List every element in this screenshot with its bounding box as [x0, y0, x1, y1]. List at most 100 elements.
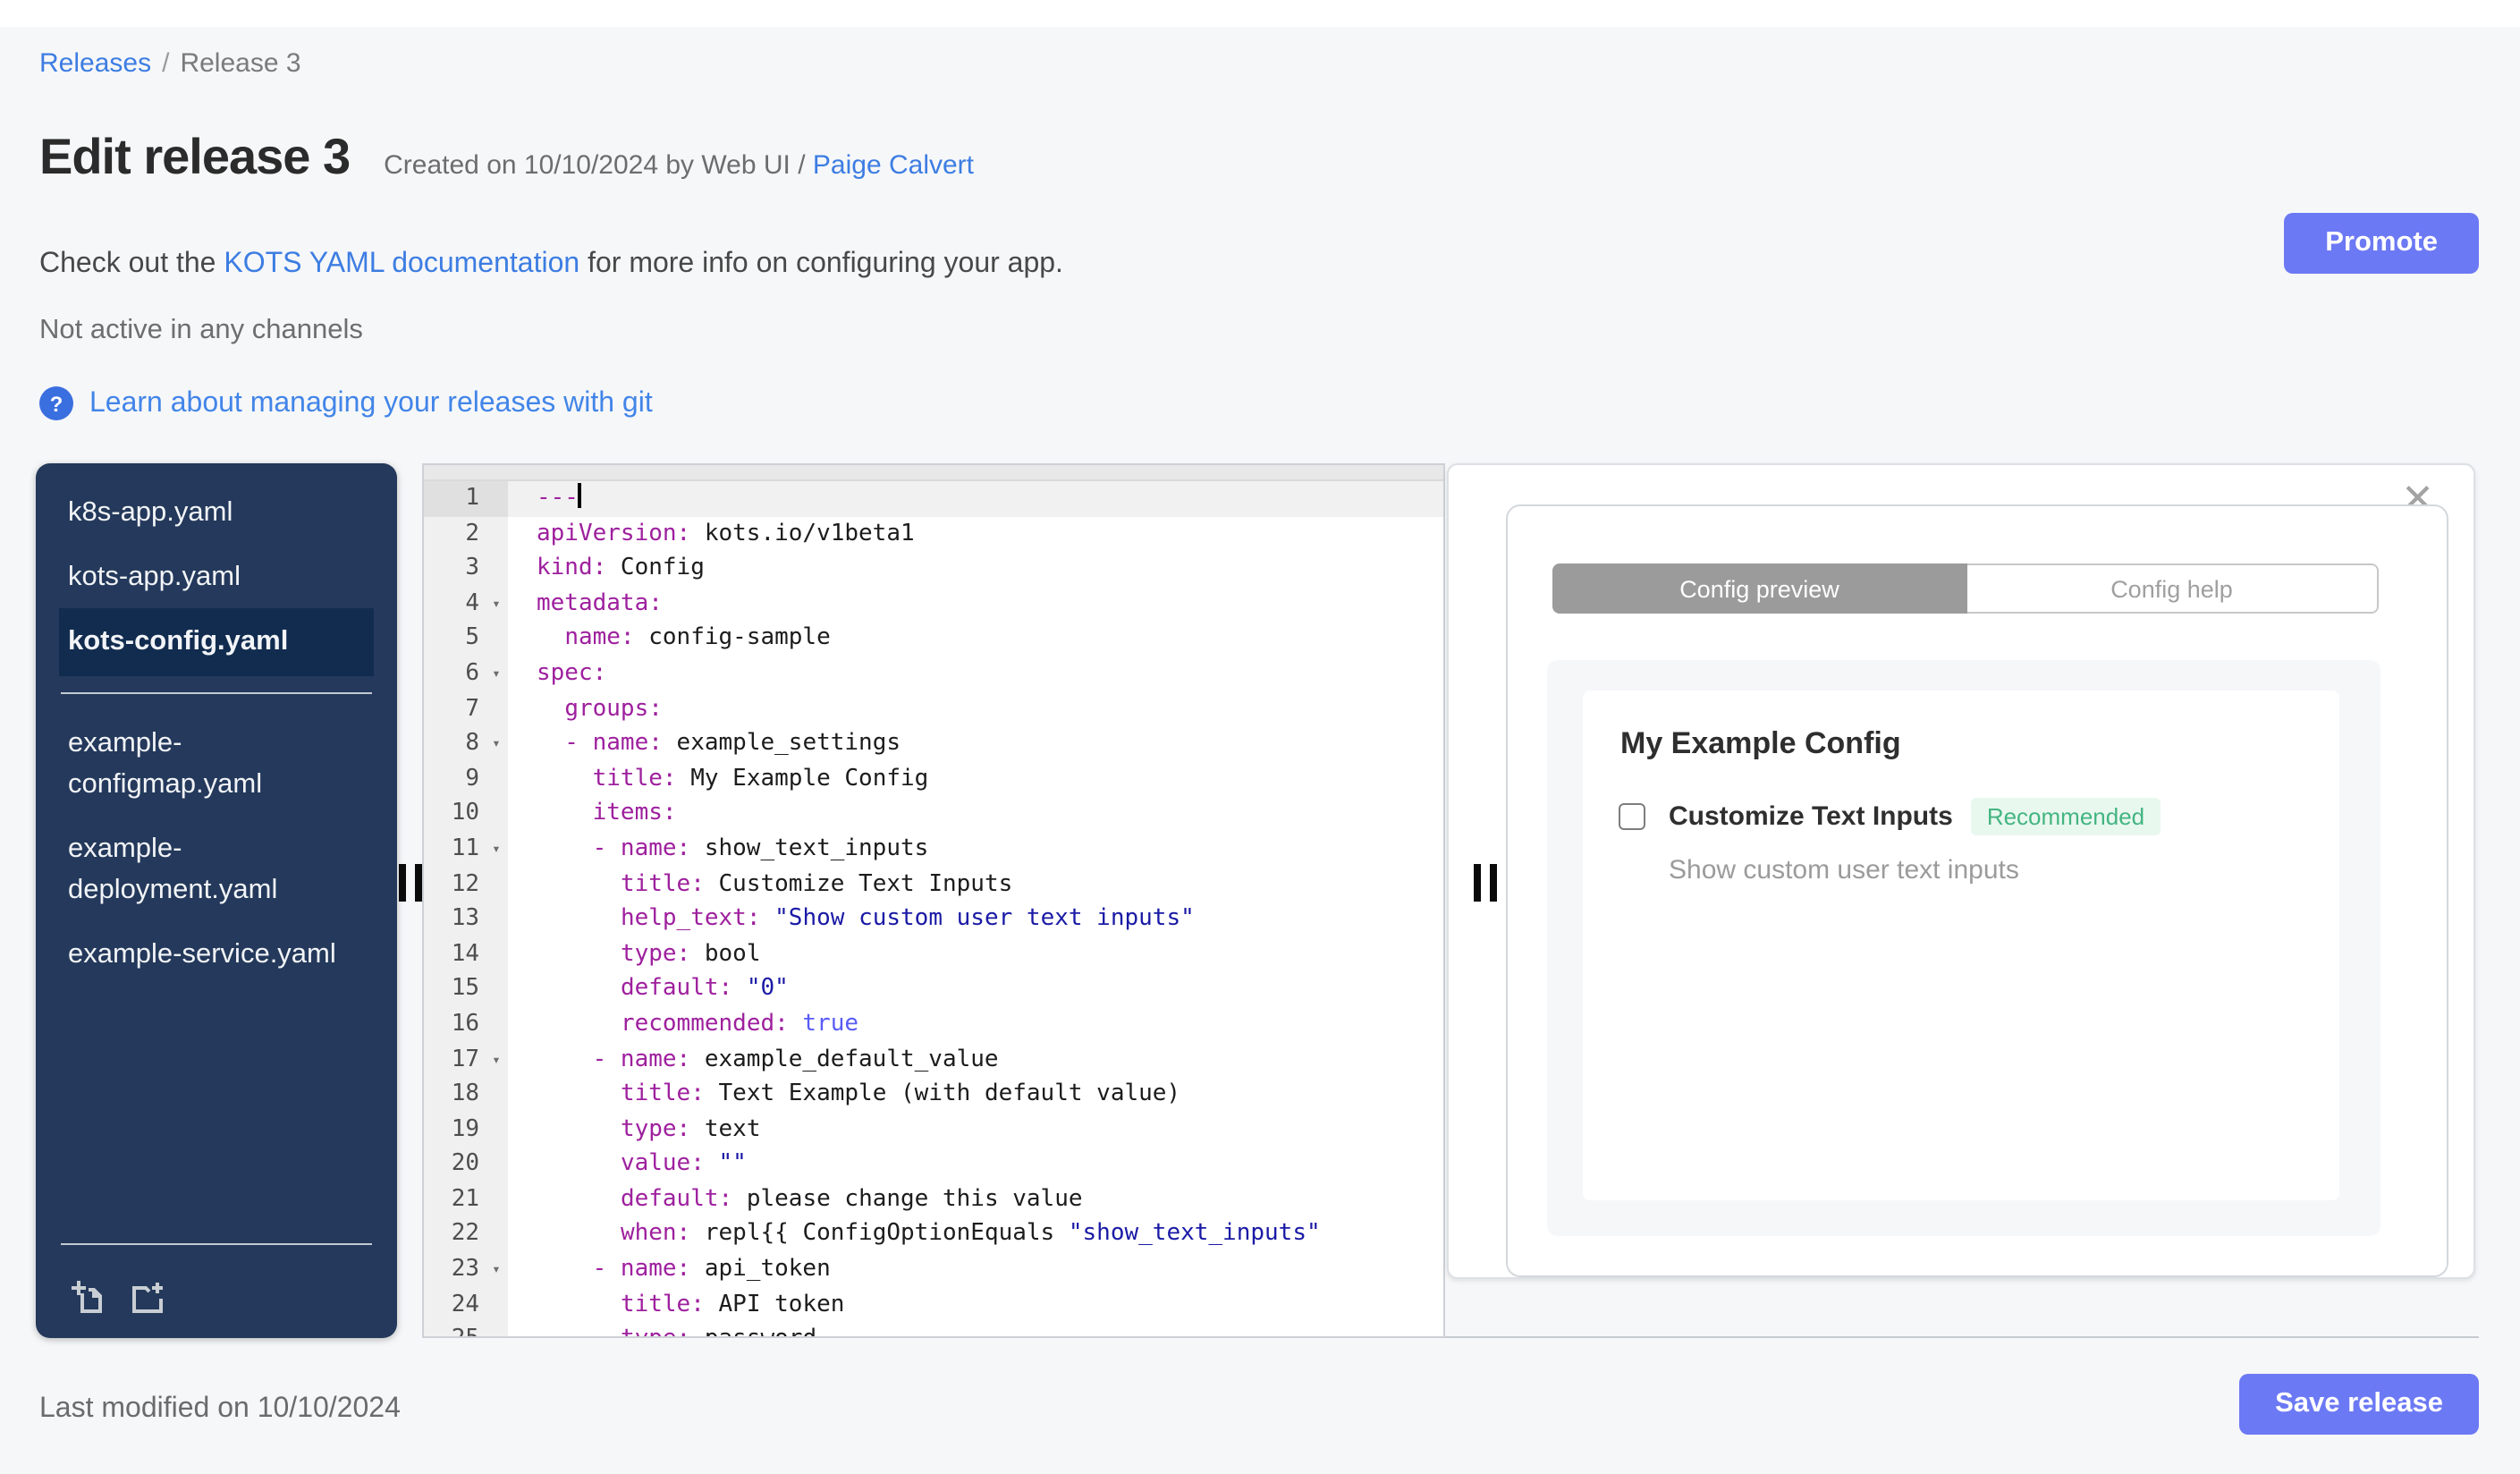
sidebar-file-example-service.yaml[interactable]: example-service.yaml	[36, 922, 397, 986]
code-line[interactable]: 20 value: ""	[424, 1147, 1443, 1182]
kots-yaml-docs-link[interactable]: KOTS YAML documentation	[224, 249, 579, 279]
editor-top-strip	[424, 465, 1443, 481]
code-text: help_text: "Show custom user text inputs…	[620, 905, 1195, 933]
yaml-editor[interactable]: 1 --- 2 apiVersion: kots.io/v1beta1 3 kind: C…	[422, 463, 1445, 1338]
sidebar-footer	[36, 1227, 397, 1338]
line-number: 7	[424, 691, 485, 727]
resize-handle-sidebar[interactable]	[399, 864, 422, 902]
sidebar-file-example-deployment.yaml[interactable]: example-deployment.yaml	[36, 817, 397, 922]
channel-status: Not active in any channels	[39, 315, 363, 345]
line-number: 25	[424, 1322, 485, 1336]
line-number: 4	[424, 586, 485, 622]
sidebar-file-kots-config.yaml[interactable]: kots-config.yaml	[59, 608, 374, 675]
add-file-icon[interactable]	[70, 1277, 109, 1317]
code-text: title: Customize Text Inputs	[620, 870, 1013, 898]
tab-config-preview[interactable]: Config preview	[1552, 563, 1966, 614]
code-line[interactable]: 9 title: My Example Config	[424, 761, 1443, 797]
code-text: kind: Config	[537, 555, 705, 582]
file-list-top: k8s-app.yaml kots-app.yaml kots-config.yam…	[36, 481, 397, 675]
code-text: - name: example_default_value	[537, 1046, 999, 1072]
code-line[interactable]: 7 groups:	[424, 691, 1443, 727]
fold-arrow-icon[interactable]: ▾	[485, 831, 508, 868]
code-text: metadata:	[537, 589, 663, 617]
line-number: 8	[424, 726, 485, 762]
fold-spacer	[485, 902, 508, 937]
fold-arrow-icon[interactable]: ▾	[485, 1042, 508, 1078]
code-line[interactable]: 18 title: Text Example (with default val…	[424, 1077, 1443, 1113]
breadcrumb-releases-link[interactable]: Releases	[39, 48, 151, 79]
code-line[interactable]: 6 ▾ spec:	[424, 656, 1443, 692]
code-line[interactable]: 4 ▾ metadata:	[424, 586, 1443, 622]
code-line[interactable]: 3 kind: Config	[424, 551, 1443, 587]
fold-arrow-icon[interactable]: ▾	[485, 726, 508, 762]
top-strip	[0, 0, 2520, 27]
created-meta: Created on 10/10/2024 by Web UI / Paige …	[384, 150, 974, 181]
config-preview-panel: ✕ Config preview Config help My Example C…	[1447, 463, 2475, 1279]
fold-spacer	[485, 1287, 508, 1323]
code-text: name: config-sample	[564, 624, 831, 652]
code-line[interactable]: 21 default: please change this value	[424, 1182, 1443, 1217]
fold-spacer	[485, 867, 508, 902]
code-line[interactable]: 15 default: "0"	[424, 971, 1443, 1007]
add-folder-icon[interactable]	[129, 1277, 168, 1317]
fold-spacer	[485, 1147, 508, 1182]
line-number: 3	[424, 551, 485, 587]
code-line[interactable]: 5 name: config-sample	[424, 621, 1443, 657]
breadcrumb-separator: /	[162, 48, 170, 79]
sidebar-file-k8s-app.yaml[interactable]: k8s-app.yaml	[36, 481, 397, 545]
code-lines: 1 --- 2 apiVersion: kots.io/v1beta1 3 kind: C…	[424, 481, 1443, 1337]
code-line[interactable]: 25 type: password	[424, 1322, 1443, 1337]
created-author-link[interactable]: Paige Calvert	[813, 150, 974, 181]
code-line[interactable]: 22 when: repl{{ ConfigOptionEquals "show…	[424, 1216, 1443, 1253]
code-line[interactable]: 8 ▾ - name: example_settings	[424, 726, 1443, 762]
line-number: 24	[424, 1287, 485, 1323]
line-number: 13	[424, 902, 485, 937]
code-text: ---	[508, 481, 1443, 517]
customize-text-inputs-checkbox[interactable]	[1619, 803, 1645, 830]
line-number: 11	[424, 831, 485, 868]
fold-spacer	[485, 1112, 508, 1148]
code-line[interactable]: 19 type: text	[424, 1112, 1443, 1148]
code-line[interactable]: 2 apiVersion: kots.io/v1beta1	[424, 516, 1443, 552]
fold-spacer	[485, 796, 508, 832]
save-release-button[interactable]: Save release	[2239, 1374, 2479, 1435]
fold-spacer	[485, 691, 508, 727]
line-number: 10	[424, 796, 485, 832]
code-text: type: password	[508, 1323, 1443, 1337]
resize-handle-preview[interactable]	[1474, 864, 1497, 902]
fold-spacer	[485, 551, 508, 587]
sidebar-file-example-configmap.yaml[interactable]: example-configmap.yaml	[36, 711, 397, 817]
line-number: 6	[424, 656, 485, 692]
code-text: - name: api_token	[537, 1256, 831, 1283]
code-line[interactable]: 11 ▾ - name: show_text_inputs	[424, 831, 1443, 868]
docs-line-post: for more info on configuring your app.	[579, 249, 1063, 279]
code-line[interactable]: 23 ▾ - name: api_token	[424, 1252, 1443, 1288]
code-line[interactable]: 13 help_text: "Show custom user text inp…	[424, 902, 1443, 937]
sidebar-footer-divider	[61, 1243, 372, 1245]
breadcrumb-current: Release 3	[180, 48, 301, 79]
line-number: 9	[424, 761, 485, 797]
code-line[interactable]: 10 items:	[424, 796, 1443, 832]
fold-arrow-icon[interactable]: ▾	[485, 656, 508, 692]
fold-arrow-icon[interactable]: ▾	[485, 1252, 508, 1288]
breadcrumb: Releases / Release 3	[39, 48, 301, 79]
code-text: type: text	[620, 1115, 761, 1143]
promote-button[interactable]: Promote	[2284, 213, 2479, 274]
code-text: title: My Example Config	[592, 765, 929, 792]
code-line[interactable]: 24 title: API token	[424, 1287, 1443, 1323]
code-line[interactable]: 17 ▾ - name: example_default_value	[424, 1042, 1443, 1078]
text-cursor	[578, 483, 582, 508]
code-line[interactable]: 16 recommended: true	[424, 1006, 1443, 1042]
code-text: - name: show_text_inputs	[537, 834, 929, 862]
fold-arrow-icon[interactable]: ▾	[485, 586, 508, 622]
config-item-row: Customize Text Inputs Recommended	[1619, 798, 2161, 835]
sidebar-file-kots-app.yaml[interactable]: kots-app.yaml	[36, 545, 397, 608]
tab-config-help[interactable]: Config help	[1966, 563, 2379, 614]
learn-git-link[interactable]: Learn about managing your releases with …	[89, 387, 653, 419]
code-line[interactable]: 1 ---	[424, 481, 1443, 517]
code-text: apiVersion: kots.io/v1beta1	[537, 520, 915, 547]
code-line[interactable]: 12 title: Customize Text Inputs	[424, 867, 1443, 902]
code-line[interactable]: 14 type: bool	[424, 936, 1443, 972]
line-number: 19	[424, 1112, 485, 1148]
line-number: 16	[424, 1006, 485, 1042]
